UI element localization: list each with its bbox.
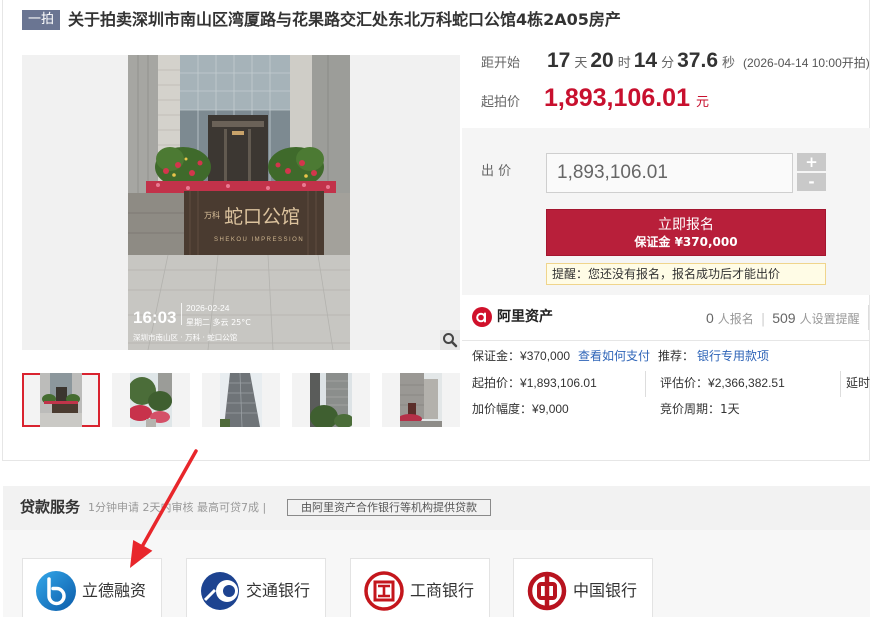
- loan-partner-name: 工商银行: [410, 581, 475, 600]
- start-price-info-label: 起拍价：: [472, 376, 521, 390]
- auction-round-badge: 一拍: [22, 10, 60, 30]
- deposit-info: 保证金：¥370,000: [472, 348, 570, 364]
- bidding-cycle-label: 竞价周期：: [660, 402, 721, 416]
- start-price-value: 1,893,106.01: [544, 84, 690, 112]
- countdown-minutes: 14: [633, 49, 658, 72]
- photo-stamp-time: 16:03: [133, 308, 176, 327]
- lide-finance-logo: [36, 571, 76, 611]
- loan-partner-name: 交通银行: [246, 581, 311, 600]
- loan-partner-card[interactable]: 立德融资: [22, 558, 162, 617]
- countdown-days: 17: [547, 49, 571, 72]
- thumbnail-image: [310, 373, 352, 427]
- countdown-minutes-unit: 分: [661, 56, 675, 71]
- bank-account-link[interactable]: 银行专用款项: [697, 348, 769, 364]
- bid-label: 出 价: [481, 164, 512, 179]
- photo-stamp-date: 2026-02-24: [186, 303, 230, 313]
- bid-decrease-button[interactable]: -: [797, 173, 826, 191]
- extension-label: 延时: [846, 376, 870, 390]
- appraisal-label: 评估价：: [660, 376, 709, 390]
- thumbnail[interactable]: [112, 373, 190, 427]
- sign-brand-text: 万科: [204, 210, 220, 220]
- countdown-seconds-unit: 秒: [722, 56, 736, 71]
- loan-provider-note: 由阿里资产合作银行等机构提供贷款: [287, 499, 491, 516]
- price-unit: 元: [695, 95, 709, 110]
- deposit-value: ¥370,000: [520, 349, 571, 363]
- increment-label: 加价幅度：: [472, 402, 533, 416]
- start-time-note: (2026-04-14 10:00开拍): [743, 56, 870, 70]
- thumbnail-image: [130, 373, 172, 427]
- property-photo[interactable]: 万科 蛇口公馆 SHEKOU IMPRESSION 16:03 2026-02-…: [128, 55, 350, 350]
- icbc-logo: [364, 571, 404, 611]
- payment-howto-link[interactable]: 查看如何支付: [578, 348, 650, 364]
- loan-section-title: 贷款服务: [20, 498, 81, 516]
- divider: [462, 340, 870, 341]
- sign-name-text: 蛇口公馆: [224, 206, 300, 228]
- bank-of-communications-logo: [201, 572, 239, 610]
- start-price-row: 起拍价 1,893,106.01 元: [481, 84, 709, 116]
- loan-section-subtitle: 1分钟申请 2天内审核 最高可贷7成 |: [88, 501, 267, 514]
- loan-partner-card[interactable]: 交通银行: [186, 558, 326, 617]
- register-button-deposit: 保证金 ¥370,000: [634, 235, 738, 249]
- magnifier-icon[interactable]: [440, 330, 460, 350]
- auction-stats: 0 人报名 | 509 人设置提醒: [706, 309, 860, 329]
- thumbnail[interactable]: [292, 373, 370, 427]
- recommend-label: 推荐：: [658, 349, 695, 363]
- increment-info: 加价幅度：¥9,000: [472, 401, 569, 417]
- ali-asset-logo: [472, 307, 492, 327]
- increment-value: ¥9,000: [532, 402, 569, 416]
- loan-partner-name: 中国银行: [573, 581, 638, 600]
- lot-title: 关于拍卖深圳市南山区湾厦路与花果路交汇处东北万科蛇口公馆4栋2A05房产: [68, 10, 621, 29]
- thumbnail-image: [220, 373, 262, 427]
- thumbnail-image: [400, 373, 442, 427]
- start-price-info: 起拍价：¥1,893,106.01: [472, 375, 597, 391]
- thumbnail[interactable]: [202, 373, 280, 427]
- bid-increase-button[interactable]: +: [797, 153, 826, 171]
- photo-stamp-location: 深圳市南山区 · 万科 · 蛇口公馆: [133, 332, 238, 342]
- register-button[interactable]: 立即报名 保证金 ¥370,000: [546, 209, 826, 256]
- deposit-label: 保证金：: [472, 349, 521, 363]
- bid-amount-input[interactable]: 1,893,106.01: [546, 153, 793, 193]
- start-price-info-value: ¥1,893,106.01: [520, 376, 597, 390]
- bidding-cycle-value: 1天: [720, 402, 740, 416]
- registration-notice: 提醒：您还没有报名，报名成功后才能出价: [546, 263, 826, 285]
- signup-label: 人报名: [717, 312, 754, 326]
- register-button-label: 立即报名: [658, 217, 714, 233]
- thumbnail[interactable]: [382, 373, 460, 427]
- signup-count: 0: [706, 310, 714, 326]
- thumbnail[interactable]: [22, 373, 100, 427]
- countdown: 距开始 17 天 20 时 14 分 37.6 秒 (2026-04-14 10…: [481, 49, 870, 75]
- reminder-count: 509: [772, 310, 796, 326]
- loan-partner-card[interactable]: 中国银行: [513, 558, 653, 617]
- sign-english-text: SHEKOU IMPRESSION: [214, 237, 304, 243]
- divider: [645, 371, 646, 397]
- loan-partner-card[interactable]: 工商银行: [350, 558, 490, 617]
- appraisal-info: 评估价：¥2,366,382.51: [660, 375, 785, 391]
- divider: [868, 305, 869, 330]
- countdown-seconds: 37.6: [677, 49, 718, 72]
- divider: [840, 371, 841, 397]
- photo-stamp-weather: 星期二 多云 25°C: [186, 317, 251, 327]
- stats-separator: |: [760, 312, 766, 327]
- bidding-cycle-info: 竞价周期：1天: [660, 401, 740, 417]
- loan-partner-name: 立德融资: [82, 581, 147, 600]
- countdown-hours-unit: 时: [617, 56, 631, 71]
- appraisal-value: ¥2,366,382.51: [708, 376, 785, 390]
- reminder-label: 人设置提醒: [799, 312, 860, 326]
- ali-asset-name: 阿里资产: [497, 309, 553, 325]
- countdown-hours: 20: [590, 49, 614, 72]
- bank-of-china-logo: [527, 571, 567, 611]
- thumbnail-image: [40, 373, 82, 427]
- countdown-label: 距开始: [481, 56, 521, 71]
- start-price-label: 起拍价: [481, 95, 521, 110]
- countdown-days-unit: 天: [574, 56, 588, 71]
